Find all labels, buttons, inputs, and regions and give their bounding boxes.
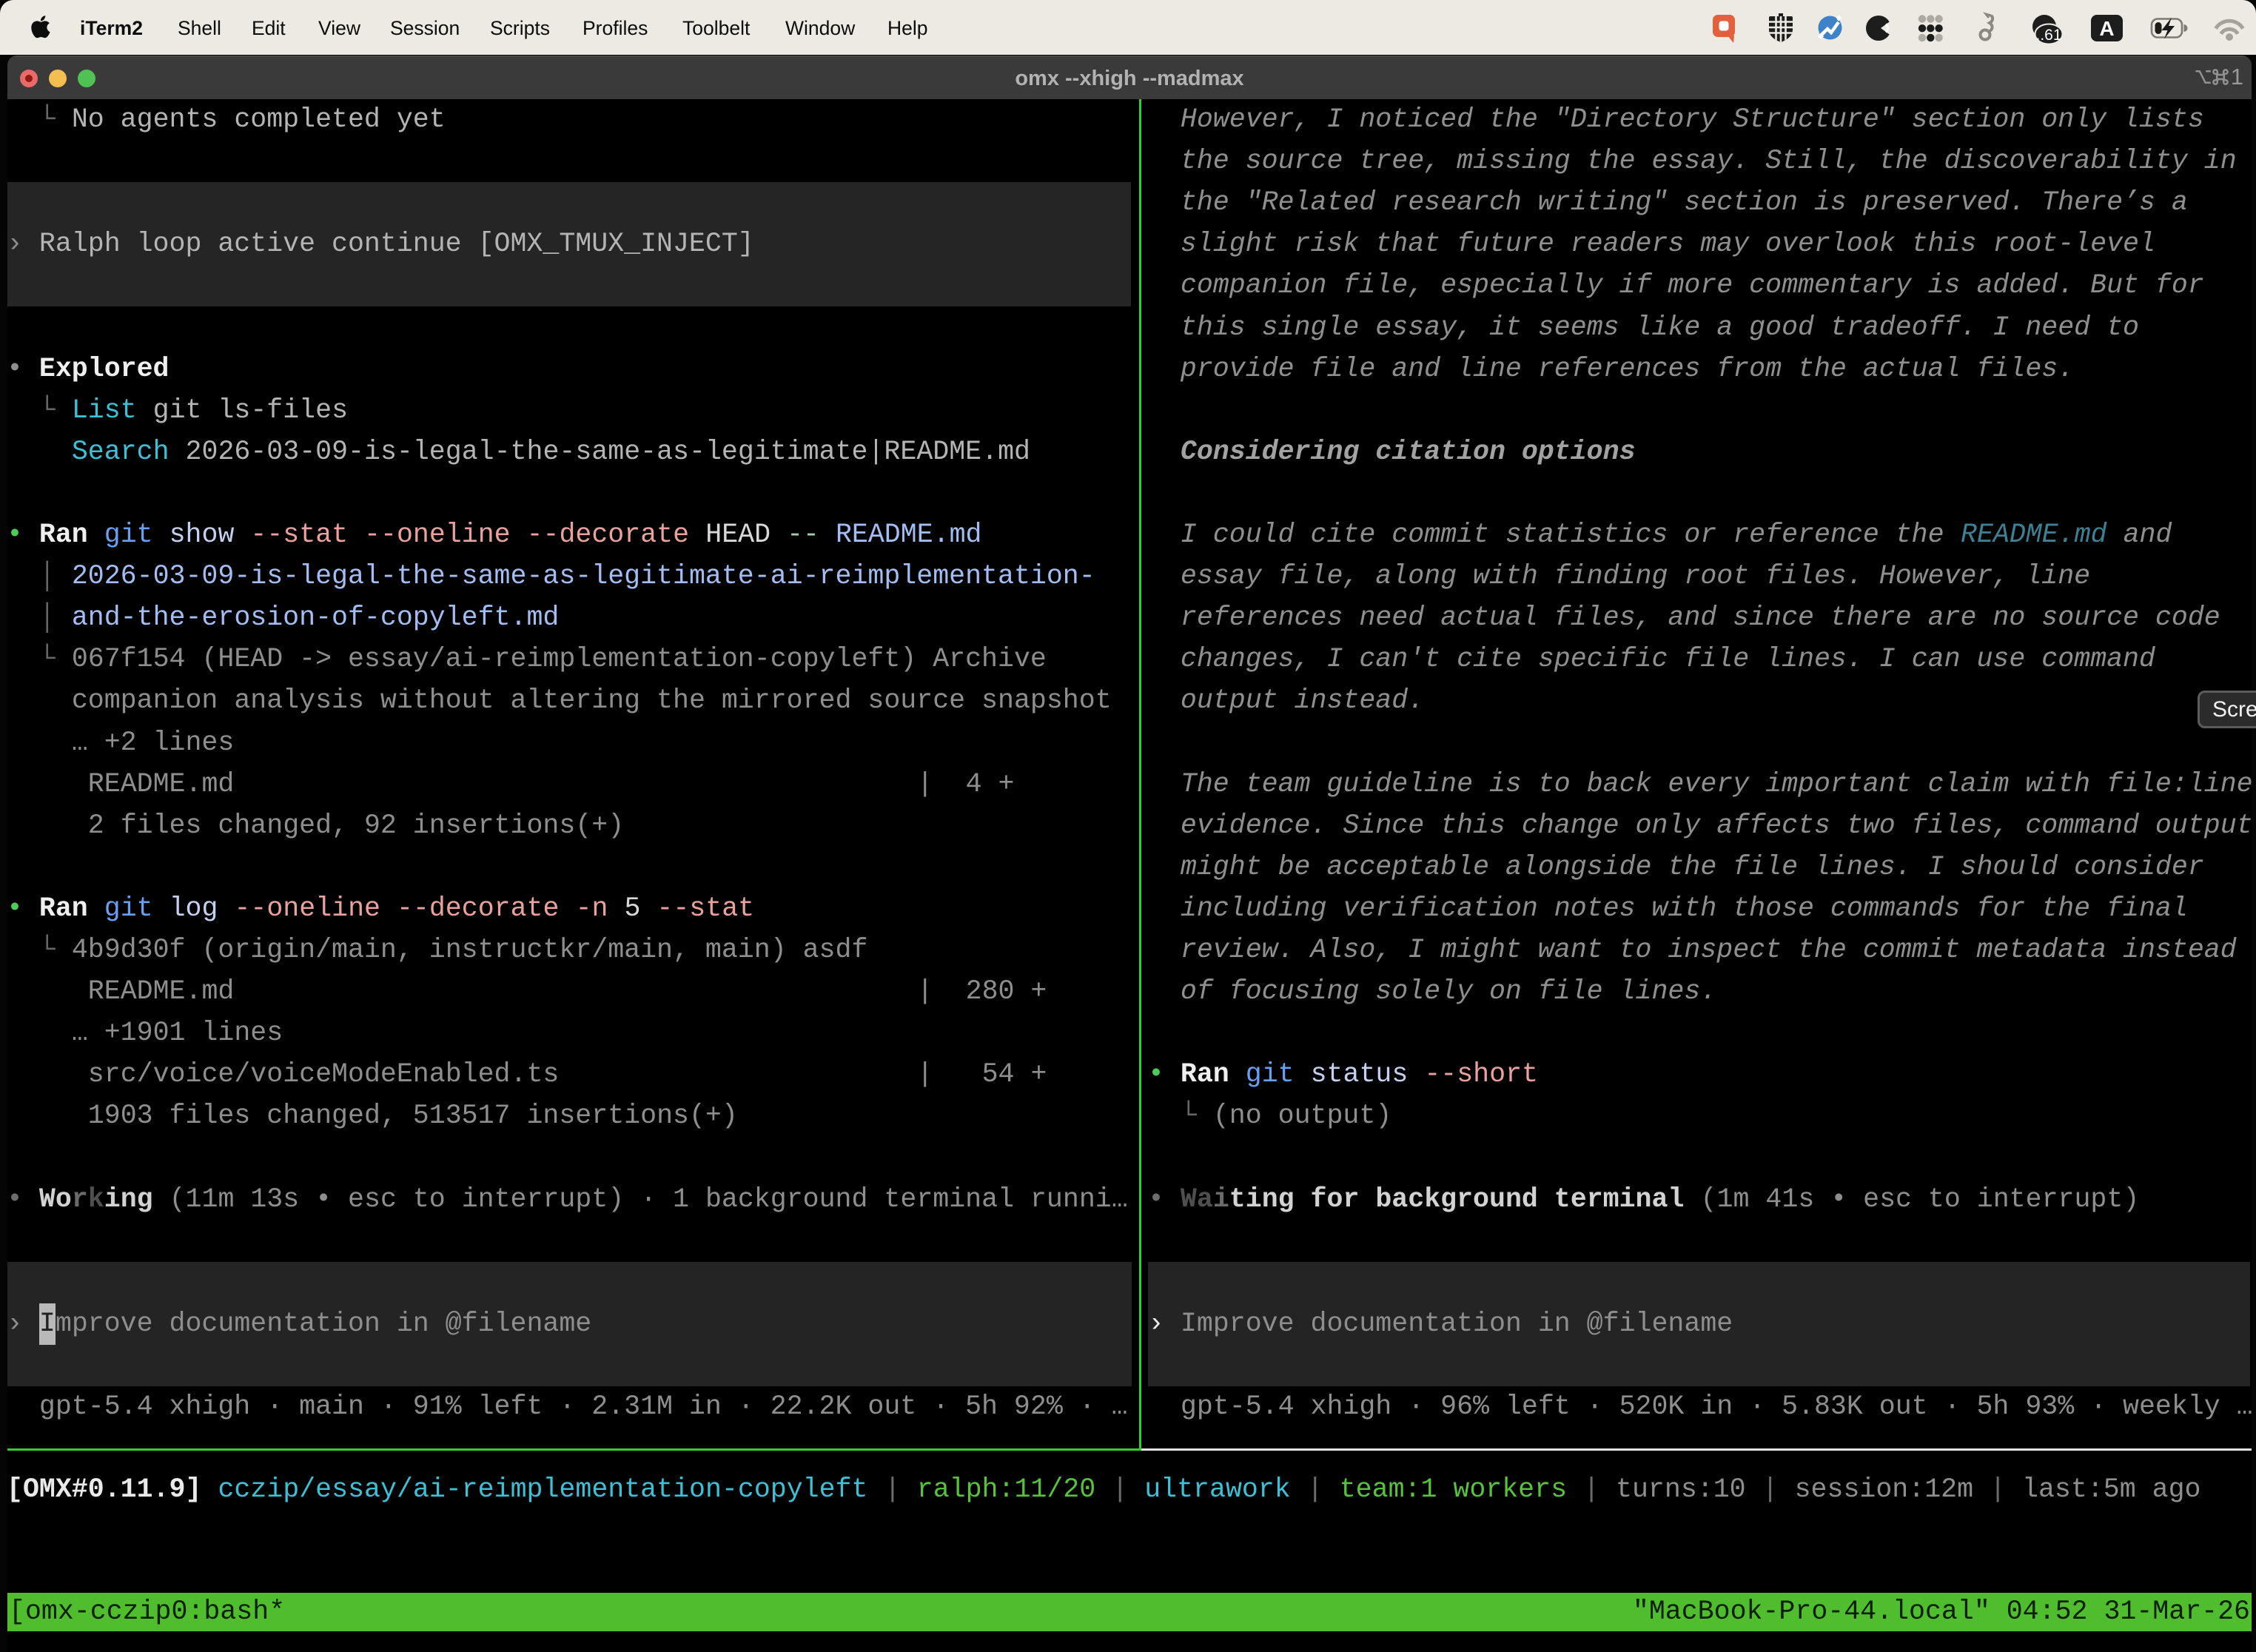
svg-text:..61: ..61 — [2035, 27, 2061, 44]
svg-text:A: A — [2099, 17, 2114, 40]
